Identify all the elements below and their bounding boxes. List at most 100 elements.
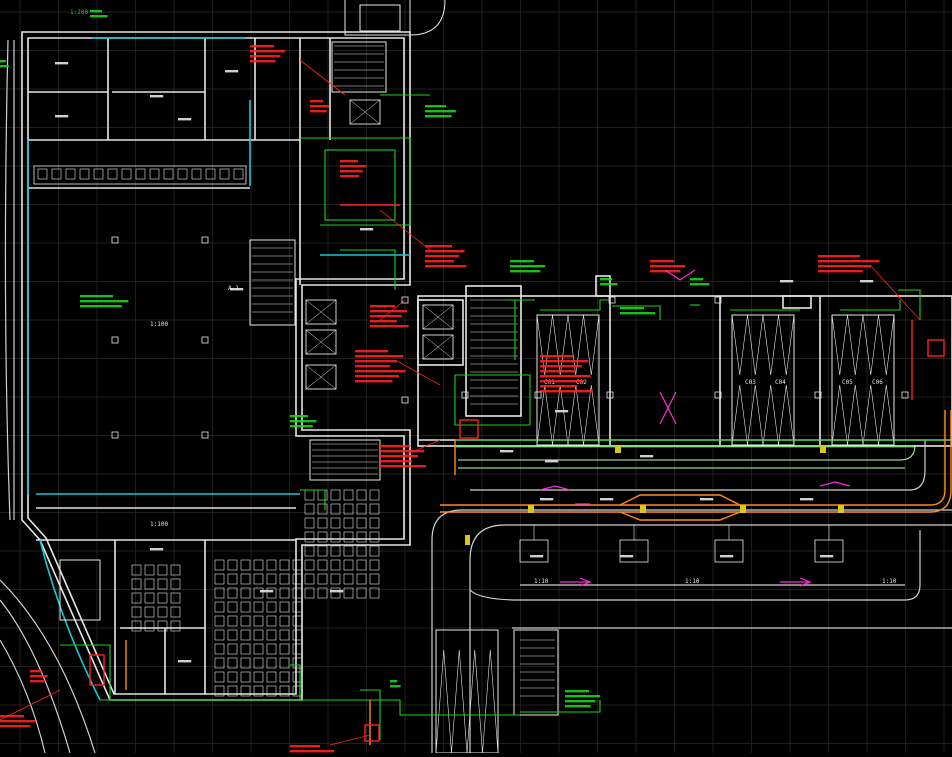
red-note <box>380 455 418 458</box>
red-note <box>540 390 593 393</box>
red-note <box>340 170 363 173</box>
area-left-label: A-1 <box>228 285 239 292</box>
white-label <box>640 455 654 458</box>
red-note <box>355 350 388 353</box>
red-note <box>650 260 674 263</box>
green-note <box>80 300 129 303</box>
green-note <box>565 705 591 708</box>
red-note <box>818 260 880 263</box>
green-note <box>425 110 456 113</box>
red-note <box>540 370 576 373</box>
red-note <box>540 355 573 358</box>
ramp-label-c: 1:10 <box>882 578 897 585</box>
white-label <box>178 118 192 121</box>
red-note <box>0 715 24 718</box>
white-label <box>620 555 634 558</box>
red-note <box>355 370 406 373</box>
bay-label-4: C04 <box>775 379 786 386</box>
white-label <box>720 555 734 558</box>
red-note <box>250 45 274 48</box>
red-note <box>355 355 404 358</box>
green-note <box>690 283 710 286</box>
red-note <box>540 380 584 383</box>
white-label <box>555 410 569 413</box>
red-note <box>425 260 454 263</box>
bay-label-6: C06 <box>872 379 883 386</box>
white-label <box>860 280 874 283</box>
red-note <box>30 670 42 673</box>
floor-plan-drawing[interactable]: C01 C02 C03 C04 C05 C06 1:10 1:10 1:10 1… <box>0 0 952 754</box>
white-label <box>55 62 69 65</box>
green-note <box>425 105 446 108</box>
red-note <box>0 725 31 728</box>
green-note <box>90 15 108 18</box>
white-label <box>545 460 559 463</box>
red-note <box>310 105 330 108</box>
green-note <box>290 420 317 423</box>
green-note <box>80 305 122 308</box>
white-label <box>150 95 164 98</box>
bay-label-5: C05 <box>842 379 853 386</box>
white-label <box>330 590 344 593</box>
red-note <box>425 250 465 253</box>
red-note <box>540 385 578 388</box>
green-note <box>390 680 398 683</box>
red-note <box>30 675 48 678</box>
red-note <box>370 310 407 313</box>
white-label <box>360 228 374 231</box>
red-note <box>818 270 863 273</box>
ramp-label-a: 1:10 <box>534 578 549 585</box>
red-note <box>370 305 396 308</box>
center-note: 1:100 <box>150 321 168 328</box>
white-label <box>700 498 714 501</box>
red-note <box>355 375 399 378</box>
red-note <box>290 745 320 748</box>
white-label <box>500 450 514 453</box>
green-note <box>0 60 6 63</box>
green-note <box>600 283 618 286</box>
green-note <box>600 278 612 281</box>
white-label <box>225 70 239 73</box>
green-note <box>510 270 541 273</box>
red-note <box>310 110 327 113</box>
green-note <box>290 415 308 418</box>
red-note <box>250 55 281 58</box>
red-note <box>540 360 589 363</box>
red-note <box>290 750 334 753</box>
red-note <box>370 325 409 328</box>
green-note <box>0 65 9 68</box>
green-note <box>620 312 656 315</box>
red-note <box>425 245 452 248</box>
green-note <box>690 278 704 281</box>
red-note <box>425 265 467 268</box>
red-note <box>370 320 397 323</box>
corridor-label: 1:100 <box>150 521 168 528</box>
cad-viewport[interactable]: C01 C02 C03 C04 C05 C06 1:10 1:10 1:10 1… <box>0 0 952 754</box>
green-note <box>620 307 644 310</box>
green-note <box>425 115 452 118</box>
white-label <box>600 498 614 501</box>
red-note <box>355 365 391 368</box>
white-label <box>540 498 554 501</box>
top-left-tag: 1:200 <box>70 9 88 16</box>
red-note <box>30 680 46 683</box>
red-note <box>818 255 860 258</box>
red-note <box>818 265 872 268</box>
red-note <box>340 160 358 163</box>
canvas-background <box>0 0 952 753</box>
red-note <box>340 175 360 178</box>
white-label <box>178 660 192 663</box>
green-note <box>90 10 102 13</box>
ramp-label-b: 1:10 <box>685 578 700 585</box>
red-note <box>250 50 286 53</box>
red-note <box>0 720 36 723</box>
red-note <box>540 365 582 368</box>
white-label <box>260 590 274 593</box>
white-label <box>55 115 69 118</box>
green-note <box>290 425 313 428</box>
red-note <box>370 315 402 318</box>
bay-label-3: C03 <box>745 379 756 386</box>
green-note <box>565 690 589 693</box>
green-note <box>510 260 534 263</box>
white-label <box>820 555 834 558</box>
